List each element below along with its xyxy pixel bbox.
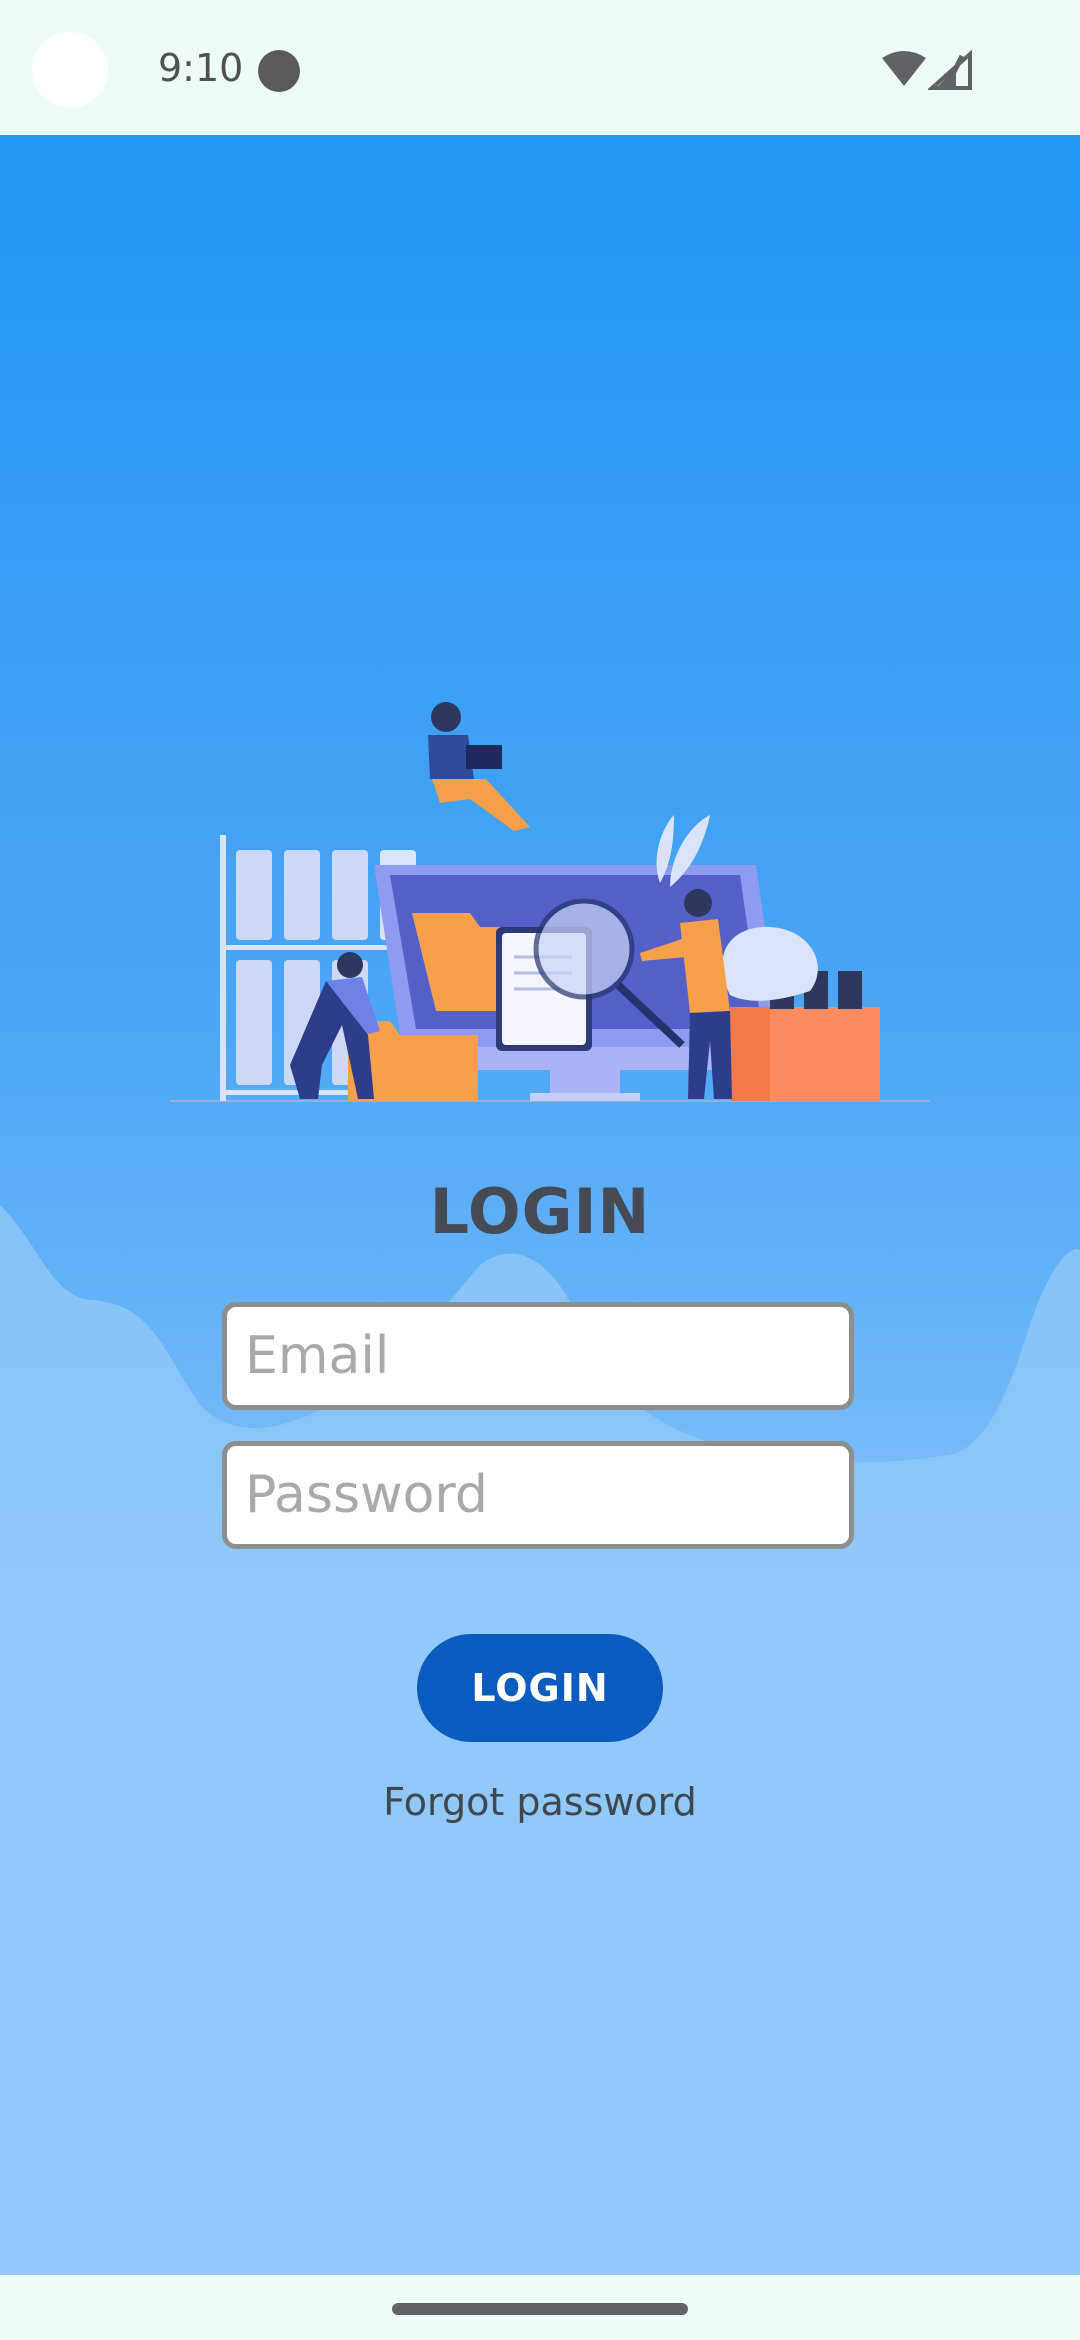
signal-icon xyxy=(928,50,972,90)
email-input[interactable] xyxy=(222,1302,854,1410)
wifi-icon xyxy=(882,51,926,86)
password-input[interactable] xyxy=(222,1441,854,1549)
camera-cutout xyxy=(32,32,108,108)
documents-illustration xyxy=(170,702,930,1102)
login-button[interactable]: LOGIN xyxy=(417,1634,663,1742)
home-indicator[interactable] xyxy=(392,2303,688,2315)
page-title: LOGIN xyxy=(429,1175,651,1248)
status-bar: 9:10 xyxy=(0,0,1080,135)
notification-dot-icon xyxy=(258,50,300,92)
phone-screen: 9:10 LOGIN Email LOGIN Forgot password xyxy=(0,0,1080,2340)
status-time: 9:10 xyxy=(158,46,244,90)
forgot-password-link[interactable]: Forgot password xyxy=(0,1780,1080,1824)
navigation-bar xyxy=(0,2275,1080,2340)
login-screen: LOGIN LOGIN Forgot password xyxy=(0,135,1080,2275)
